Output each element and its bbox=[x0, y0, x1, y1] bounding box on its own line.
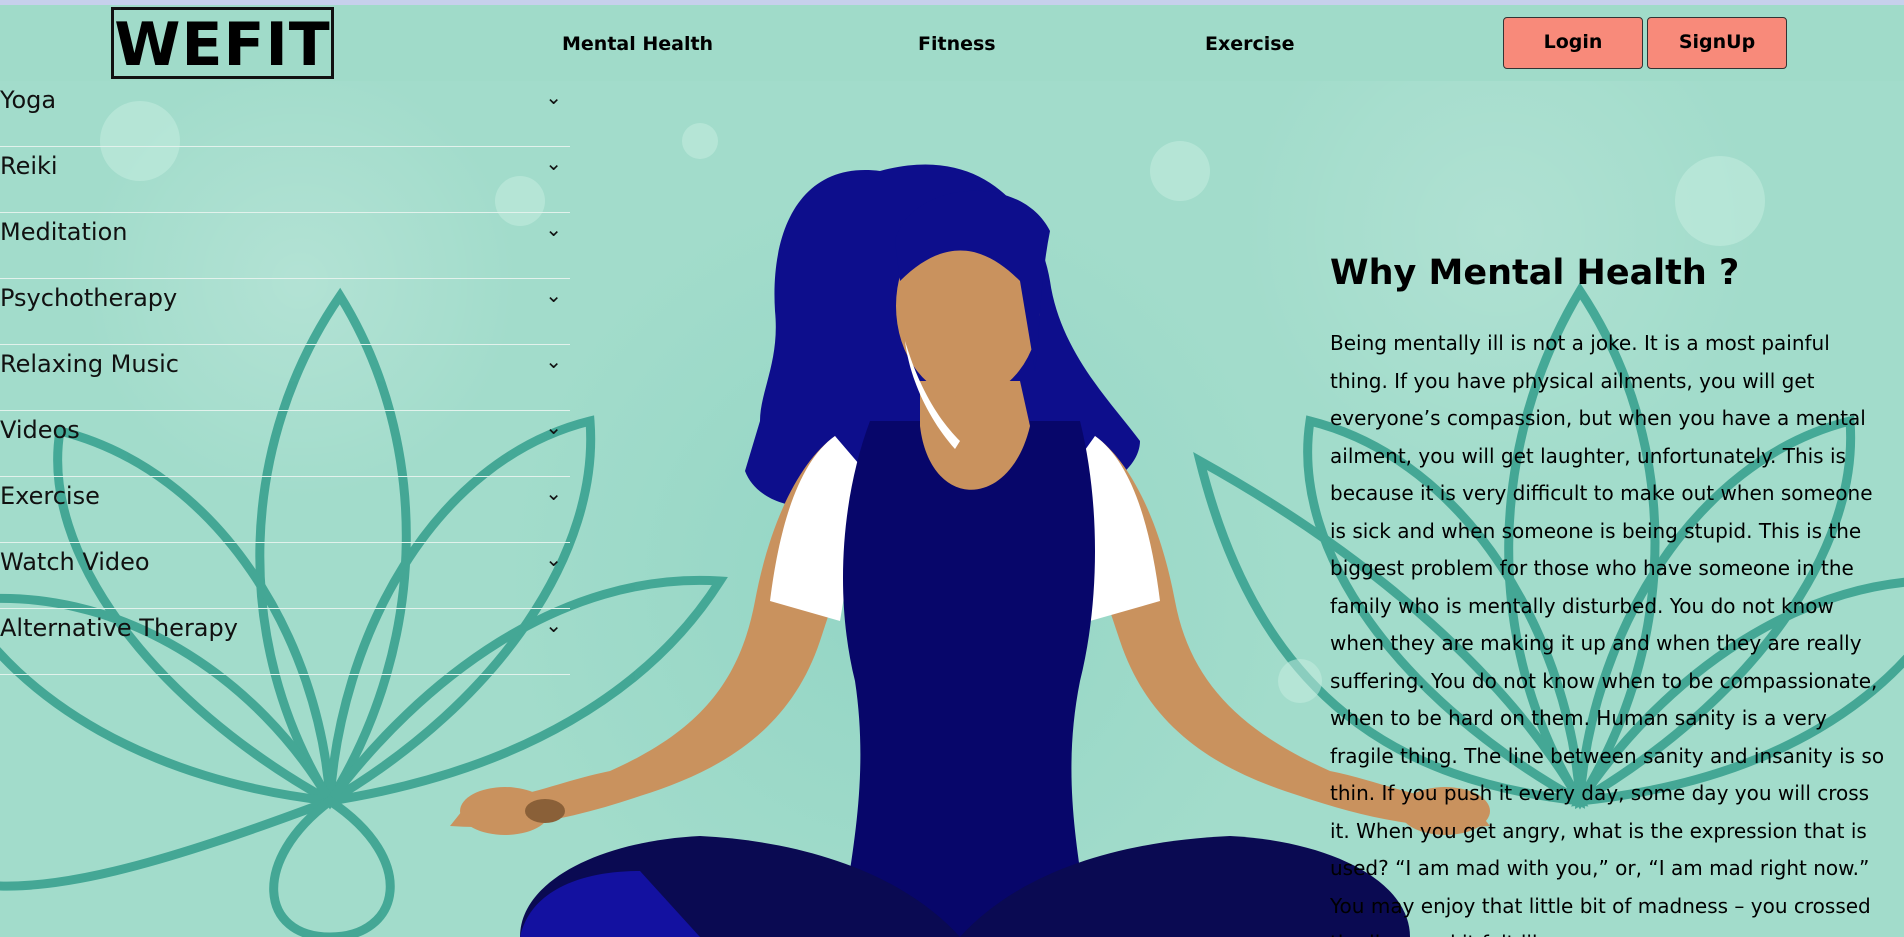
sidebar-item-alternative-therapy[interactable]: Alternative Therapy ⌄ bbox=[0, 609, 570, 675]
nav-link-mental-health[interactable]: Mental Health bbox=[562, 33, 713, 55]
sidebar-item-label: Videos bbox=[0, 416, 80, 444]
sidebar-item-label: Relaxing Music bbox=[0, 350, 179, 378]
nav-link-fitness[interactable]: Fitness bbox=[918, 33, 996, 55]
chevron-down-icon: ⌄ bbox=[545, 415, 562, 439]
nav-link-exercise[interactable]: Exercise bbox=[1205, 33, 1294, 55]
sidebar-item-label: Reiki bbox=[0, 152, 58, 180]
sidebar-item-label: Exercise bbox=[0, 482, 100, 510]
sidebar-item-yoga[interactable]: Yoga ⌄ bbox=[0, 81, 570, 147]
login-button[interactable]: Login bbox=[1503, 17, 1643, 69]
sidebar-item-relaxing-music[interactable]: Relaxing Music ⌄ bbox=[0, 345, 570, 411]
sidebar-accordion: Yoga ⌄ Reiki ⌄ Meditation ⌄ Psychotherap… bbox=[0, 81, 570, 675]
sidebar-item-videos[interactable]: Videos ⌄ bbox=[0, 411, 570, 477]
sidebar-item-psychotherapy[interactable]: Psychotherapy ⌄ bbox=[0, 279, 570, 345]
sidebar-item-watch-video[interactable]: Watch Video ⌄ bbox=[0, 543, 570, 609]
sidebar-item-meditation[interactable]: Meditation ⌄ bbox=[0, 213, 570, 279]
chevron-down-icon: ⌄ bbox=[545, 349, 562, 373]
chevron-down-icon: ⌄ bbox=[545, 85, 562, 109]
hero-section: Yoga ⌄ Reiki ⌄ Meditation ⌄ Psychotherap… bbox=[0, 81, 1904, 937]
navbar: WEFIT Mental Health Fitness Exercise Log… bbox=[0, 5, 1904, 81]
sidebar-item-label: Yoga bbox=[0, 86, 57, 114]
sidebar-item-label: Psychotherapy bbox=[0, 284, 178, 312]
sidebar-item-exercise[interactable]: Exercise ⌄ bbox=[0, 477, 570, 543]
sidebar-item-label: Meditation bbox=[0, 218, 128, 246]
sidebar-item-label: Watch Video bbox=[0, 548, 150, 576]
chevron-down-icon: ⌄ bbox=[545, 547, 562, 571]
article-body: Being mentally ill is not a joke. It is … bbox=[1330, 331, 1885, 937]
article-title: Why Mental Health ? bbox=[1330, 253, 1740, 293]
sidebar-item-label: Alternative Therapy bbox=[0, 614, 238, 642]
chevron-down-icon: ⌄ bbox=[545, 217, 562, 241]
chevron-down-icon: ⌄ bbox=[545, 283, 562, 307]
chevron-down-icon: ⌄ bbox=[545, 481, 562, 505]
chevron-down-icon: ⌄ bbox=[545, 613, 562, 637]
article: Why Mental Health ? Being mentally ill i… bbox=[1330, 251, 1890, 937]
logo[interactable]: WEFIT bbox=[111, 7, 334, 80]
signup-button[interactable]: SignUp bbox=[1647, 17, 1787, 69]
chevron-down-icon: ⌄ bbox=[545, 151, 562, 175]
sidebar-item-reiki[interactable]: Reiki ⌄ bbox=[0, 147, 570, 213]
